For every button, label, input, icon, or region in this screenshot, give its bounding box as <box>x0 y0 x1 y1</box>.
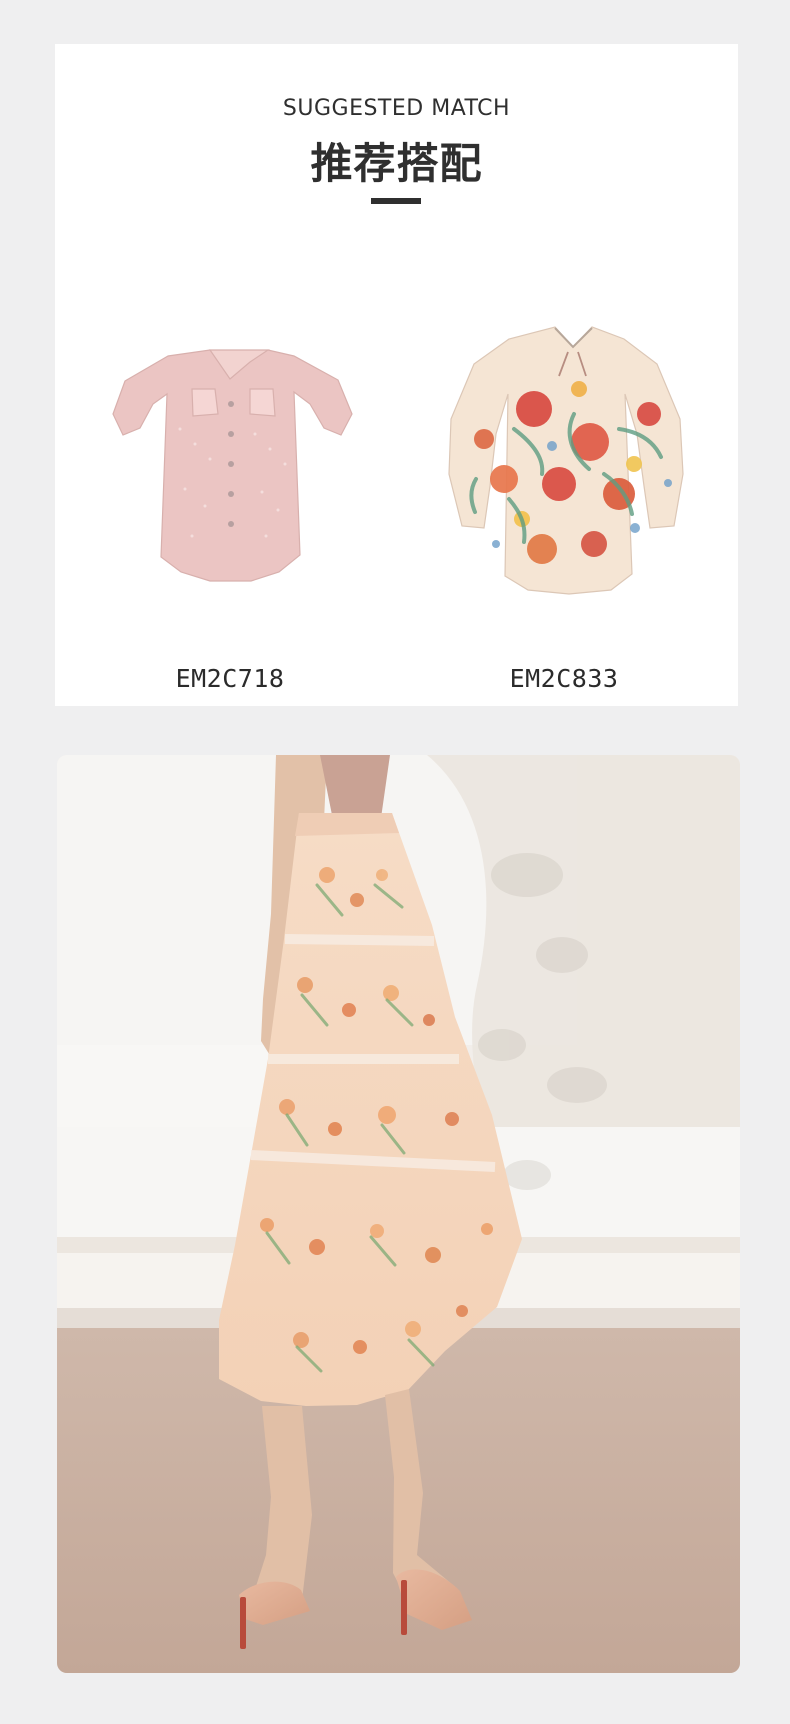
section-title: 推荐搭配 <box>310 139 483 188</box>
product-code: EM2C718 <box>175 664 285 693</box>
product-code: EM2C833 <box>509 664 619 693</box>
skirt-model-photo <box>57 755 740 1673</box>
title-underline <box>371 198 421 204</box>
suggested-match-card: SUGGESTED MATCH 推荐搭配 EM2C718 EM2C833 <box>55 44 738 706</box>
product-card-1[interactable]: EM2C718 <box>80 244 380 693</box>
product-card-2[interactable]: EM2C833 <box>414 244 714 693</box>
floral-blouse-image <box>414 244 714 624</box>
section-subtitle: SUGGESTED MATCH <box>282 96 511 121</box>
pink-blouse-image <box>80 244 380 624</box>
